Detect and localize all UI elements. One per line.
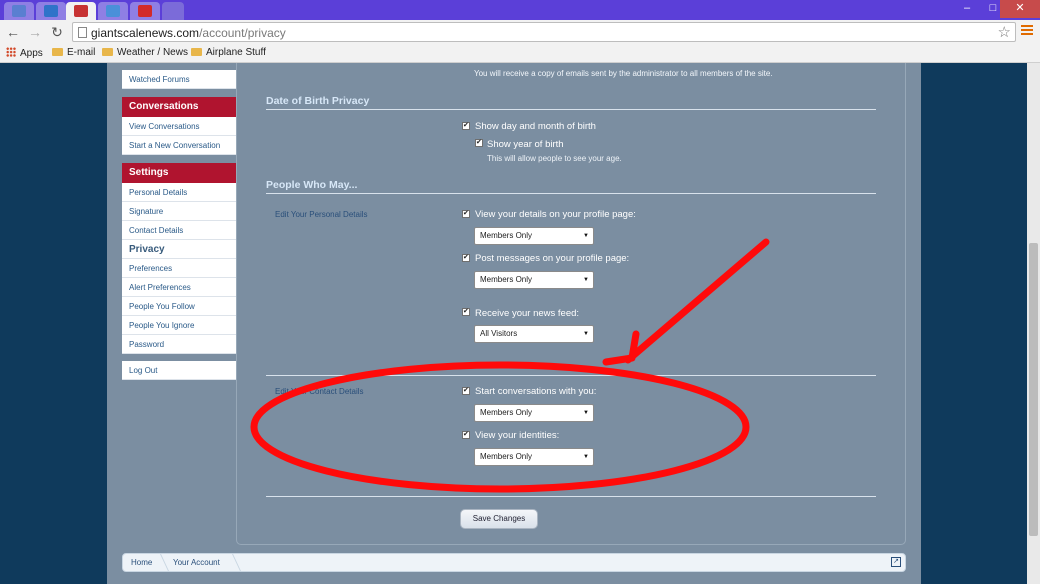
apps-grid-icon bbox=[6, 47, 16, 57]
sidebar-item-watched-forums[interactable]: Watched Forums bbox=[122, 70, 236, 89]
show-year-checkbox[interactable] bbox=[475, 138, 483, 147]
view-details-select[interactable]: Members Only bbox=[474, 227, 594, 245]
news-feed-select[interactable]: All Visitors bbox=[474, 325, 594, 343]
start-conversations-label: Start conversations with you: bbox=[475, 386, 597, 397]
bookmarks-bar: Apps E-mail Weather / News Airplane Stuf… bbox=[0, 44, 1040, 63]
save-changes-button[interactable]: Save Changes bbox=[460, 509, 538, 529]
sidebar-item-logout[interactable]: Log Out bbox=[122, 361, 236, 380]
bookmark-weather-news[interactable]: Weather / News bbox=[102, 47, 188, 58]
contact-details-link[interactable]: Edit Your Contact Details bbox=[275, 387, 364, 396]
dob-section-title: Date of Birth Privacy bbox=[266, 95, 370, 107]
view-identities-label: View your identities: bbox=[475, 430, 560, 441]
news-feed-label: Receive your news feed: bbox=[475, 308, 580, 319]
sidebar-gap bbox=[122, 354, 236, 361]
bookmark-apps[interactable]: Apps bbox=[6, 47, 43, 59]
scrollbar-thumb[interactable] bbox=[1029, 243, 1038, 536]
people-section-title: People Who May... bbox=[266, 179, 358, 191]
minimize-icon[interactable]: – bbox=[954, 0, 980, 18]
view-identities-checkbox[interactable] bbox=[462, 430, 470, 439]
personal-details-link[interactable]: Edit Your Personal Details bbox=[275, 210, 368, 219]
sidebar-item-privacy[interactable]: Privacy bbox=[122, 240, 236, 259]
post-messages-select[interactable]: Members Only bbox=[474, 271, 594, 289]
sidebar-gap bbox=[122, 155, 236, 163]
tab-app[interactable] bbox=[98, 2, 128, 20]
breadcrumb-your-account[interactable]: Your Account bbox=[173, 558, 220, 567]
sidebar-item-preferences[interactable]: Preferences bbox=[122, 259, 236, 278]
breadcrumb-home[interactable]: Home bbox=[131, 558, 152, 567]
section-divider bbox=[266, 496, 876, 497]
account-sidebar: Watched Forums Conversations View Conver… bbox=[122, 63, 236, 380]
tab-youtube[interactable] bbox=[130, 2, 160, 20]
sidebar-item-password[interactable]: Password bbox=[122, 335, 236, 354]
address-bar[interactable]: giantscalenews.com/account/privacy ☆ bbox=[72, 22, 1016, 42]
view-details-label: View your details on your profile page: bbox=[475, 209, 636, 220]
mail-icon bbox=[12, 5, 26, 17]
post-messages-label: Post messages on your profile page: bbox=[475, 253, 630, 264]
view-details-checkbox[interactable] bbox=[462, 209, 470, 218]
sidebar-item-people-you-follow[interactable]: People You Follow bbox=[122, 297, 236, 316]
sidebar-item-start-conversation[interactable]: Start a New Conversation bbox=[122, 136, 236, 155]
back-icon[interactable]: ← bbox=[4, 23, 22, 41]
close-icon[interactable]: ✕ bbox=[1000, 0, 1040, 18]
bookmark-star-icon[interactable]: ☆ bbox=[998, 23, 1011, 41]
view-identities-select[interactable]: Members Only bbox=[474, 448, 594, 466]
folder-icon bbox=[52, 48, 63, 56]
breadcrumb: Home Your Account ↗ bbox=[122, 553, 906, 572]
browser-toolbar: ← → ↻ giantscalenews.com/account/privacy… bbox=[0, 20, 1040, 44]
bookmark-email[interactable]: E-mail bbox=[52, 47, 95, 58]
section-divider bbox=[266, 375, 876, 376]
section-divider bbox=[266, 193, 876, 194]
folder-icon bbox=[102, 48, 113, 56]
show-year-hint: This will allow people to see your age. bbox=[487, 154, 622, 163]
new-tab-button[interactable] bbox=[162, 2, 184, 20]
tab-mail[interactable] bbox=[4, 2, 34, 20]
folder-icon bbox=[191, 48, 202, 56]
reload-icon[interactable]: ↻ bbox=[48, 23, 66, 41]
breadcrumb-separator bbox=[223, 554, 241, 571]
sidebar-item-alert-preferences[interactable]: Alert Preferences bbox=[122, 278, 236, 297]
start-conversations-checkbox[interactable] bbox=[462, 386, 470, 395]
sidebar-gap bbox=[122, 89, 236, 97]
sidebar-item-view-conversations[interactable]: View Conversations bbox=[122, 117, 236, 136]
show-dob-checkbox[interactable] bbox=[462, 121, 470, 130]
sidebar-heading-settings[interactable]: Settings bbox=[122, 163, 236, 183]
admin-email-note: You will receive a copy of emails sent b… bbox=[474, 69, 773, 78]
news-feed-checkbox[interactable] bbox=[462, 307, 470, 316]
jump-to-icon[interactable]: ↗ bbox=[891, 557, 901, 567]
privacy-form bbox=[236, 63, 906, 545]
forward-icon[interactable]: → bbox=[26, 23, 44, 41]
sidebar-item-personal-details[interactable]: Personal Details bbox=[122, 183, 236, 202]
section-divider bbox=[266, 109, 876, 110]
tab-outlook[interactable] bbox=[36, 2, 66, 20]
youtube-icon bbox=[138, 5, 152, 17]
outlook-icon bbox=[44, 5, 58, 17]
breadcrumb-separator bbox=[151, 554, 169, 571]
page-icon bbox=[78, 27, 87, 38]
app-icon bbox=[106, 5, 120, 17]
sidebar-item-signature[interactable]: Signature bbox=[122, 202, 236, 221]
sidebar-item-contact-details[interactable]: Contact Details bbox=[122, 221, 236, 240]
chrome-menu-icon[interactable] bbox=[1021, 25, 1033, 37]
browser-titlebar: – □ ✕ bbox=[0, 0, 1040, 20]
show-dob-label: Show day and month of birth bbox=[475, 121, 596, 132]
post-messages-checkbox[interactable] bbox=[462, 253, 470, 262]
bookmark-airplane-stuff[interactable]: Airplane Stuff bbox=[191, 47, 266, 58]
sidebar-item-people-you-ignore[interactable]: People You Ignore bbox=[122, 316, 236, 335]
url-text: giantscalenews.com/account/privacy bbox=[91, 26, 286, 40]
site-favicon-icon bbox=[74, 5, 88, 17]
start-conversations-select[interactable]: Members Only bbox=[474, 404, 594, 422]
sidebar-heading-conversations[interactable]: Conversations bbox=[122, 97, 236, 117]
show-year-label: Show year of birth bbox=[487, 139, 564, 150]
tab-giantscale[interactable] bbox=[66, 2, 96, 20]
